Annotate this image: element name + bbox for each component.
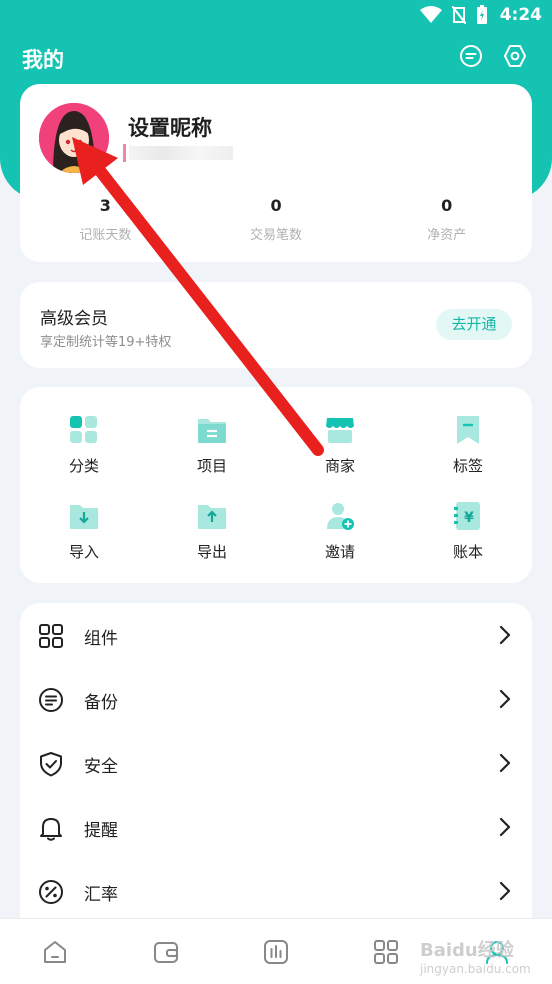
stat-bookkeeping-days[interactable]: 3 记账天数 bbox=[20, 196, 191, 243]
feature-project[interactable]: 项目 bbox=[148, 411, 276, 475]
menu-item-exchange-rate[interactable]: 汇率 bbox=[20, 871, 532, 911]
feature-label: 导出 bbox=[196, 543, 227, 561]
nav-home[interactable] bbox=[0, 919, 110, 984]
feature-grid-card: 分类 项目 商家 标签 导入 导出 邀请 ¥ 账本 bbox=[20, 387, 532, 583]
page-title: 我的 bbox=[22, 48, 64, 72]
settings-list-card: 组件 备份 安全 提醒 汇率 bbox=[20, 603, 532, 918]
menu-label: 组件 bbox=[84, 629, 118, 649]
watermark-suffix: 经验 bbox=[477, 940, 514, 961]
message-icon[interactable] bbox=[459, 44, 483, 68]
status-time: 4:24 bbox=[499, 5, 542, 25]
stat-value: 0 bbox=[270, 196, 282, 215]
menu-item-backup[interactable]: 备份 bbox=[20, 679, 532, 719]
baidu-watermark: Baidu经验 jingyan.baidu.com bbox=[420, 936, 531, 976]
backup-icon bbox=[38, 687, 64, 713]
feature-import[interactable]: 导入 bbox=[20, 497, 148, 561]
stat-label: 净资产 bbox=[427, 228, 467, 243]
ledger-icon: ¥ bbox=[453, 501, 483, 531]
signal-icon bbox=[452, 6, 466, 24]
category-icon bbox=[69, 415, 99, 445]
bell-icon bbox=[38, 815, 64, 841]
nickname[interactable]: 设置昵称 bbox=[128, 112, 212, 142]
feature-label: 账本 bbox=[452, 543, 483, 561]
feature-category[interactable]: 分类 bbox=[20, 411, 148, 475]
vip-title: 高级会员 bbox=[40, 309, 108, 329]
status-bar: 4:24 bbox=[0, 0, 552, 32]
chevron-right-icon bbox=[498, 753, 512, 773]
feature-invite[interactable]: 邀请 bbox=[276, 497, 404, 561]
feature-merchant[interactable]: 商家 bbox=[276, 411, 404, 475]
widget-grid-icon bbox=[38, 623, 64, 649]
status-icons bbox=[420, 5, 488, 25]
vip-subtitle: 享定制统计等19+特权 bbox=[40, 335, 172, 350]
feature-label: 标签 bbox=[452, 457, 483, 475]
stat-value: 3 bbox=[99, 196, 111, 215]
profile-card: 设置昵称 3 记账天数 0 交易笔数 0 净资产 bbox=[20, 84, 532, 262]
stat-value: 0 bbox=[441, 196, 453, 215]
settings-icon[interactable] bbox=[503, 44, 527, 68]
chevron-right-icon bbox=[498, 881, 512, 901]
menu-label: 安全 bbox=[84, 757, 118, 777]
shield-icon bbox=[38, 751, 64, 777]
project-folder-icon bbox=[197, 415, 227, 445]
battery-icon bbox=[477, 5, 487, 24]
stats-chart-icon bbox=[264, 939, 289, 964]
stat-label: 记账天数 bbox=[79, 228, 132, 243]
feature-label: 邀请 bbox=[324, 543, 355, 561]
feature-label: 项目 bbox=[196, 457, 227, 475]
menu-item-widgets[interactable]: 组件 bbox=[20, 615, 532, 655]
wifi-icon bbox=[420, 6, 442, 23]
stat-net-assets[interactable]: 0 净资产 bbox=[361, 196, 532, 243]
vip-open-button[interactable]: 去开通 bbox=[436, 309, 512, 340]
merchant-store-icon bbox=[325, 415, 355, 445]
feature-grid: 分类 项目 商家 标签 导入 导出 邀请 ¥ 账本 bbox=[20, 411, 532, 561]
tag-bookmark-icon bbox=[453, 415, 483, 445]
svg-text:¥: ¥ bbox=[464, 510, 474, 526]
feature-label: 导入 bbox=[68, 543, 99, 561]
chevron-right-icon bbox=[498, 625, 512, 645]
home-icon bbox=[44, 940, 67, 963]
nav-wallet[interactable] bbox=[110, 919, 220, 984]
nav-stats[interactable] bbox=[221, 919, 331, 984]
stat-transactions[interactable]: 0 交易笔数 bbox=[191, 196, 362, 243]
invite-user-icon bbox=[325, 501, 355, 531]
menu-label: 备份 bbox=[84, 693, 118, 713]
menu-item-reminder[interactable]: 提醒 bbox=[20, 807, 532, 847]
chevron-right-icon bbox=[498, 689, 512, 709]
feature-ledger[interactable]: ¥ 账本 bbox=[404, 497, 532, 561]
import-icon bbox=[69, 501, 99, 531]
stats-row: 3 记账天数 0 交易笔数 0 净资产 bbox=[20, 196, 532, 243]
feature-label: 分类 bbox=[68, 457, 99, 475]
menu-label: 提醒 bbox=[84, 821, 118, 841]
vip-card[interactable]: 高级会员 享定制统计等19+特权 去开通 bbox=[20, 282, 532, 368]
masked-user-id bbox=[123, 144, 233, 162]
chevron-right-icon bbox=[498, 817, 512, 837]
percent-icon bbox=[38, 879, 64, 905]
stat-label: 交易笔数 bbox=[250, 228, 303, 243]
feature-label: 商家 bbox=[324, 457, 355, 475]
watermark-brand: Baidu bbox=[420, 940, 478, 961]
watermark-url: jingyan.baidu.com bbox=[420, 962, 531, 976]
feature-tag[interactable]: 标签 bbox=[404, 411, 532, 475]
avatar[interactable] bbox=[39, 103, 109, 173]
feature-export[interactable]: 导出 bbox=[148, 497, 276, 561]
menu-label: 汇率 bbox=[84, 885, 118, 905]
wallet-icon bbox=[153, 941, 178, 963]
menu-item-security[interactable]: 安全 bbox=[20, 743, 532, 783]
apps-icon bbox=[374, 939, 399, 964]
export-icon bbox=[197, 501, 227, 531]
